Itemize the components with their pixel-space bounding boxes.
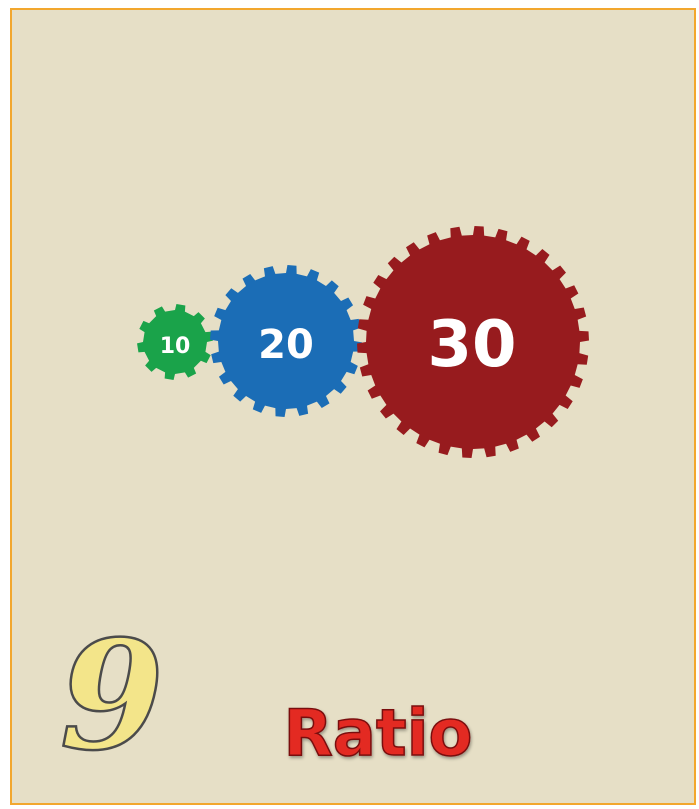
gear-small-label: 10	[160, 334, 191, 359]
gear-large: 30	[357, 226, 589, 458]
card-title: Ratio	[284, 697, 473, 771]
gear-small: 10	[137, 304, 213, 380]
gear-medium-label: 20	[258, 322, 314, 368]
card-artwork: 10 20 30 9 Ratio	[59, 226, 589, 785]
gear-large-label: 30	[427, 308, 516, 382]
card-number: 9	[60, 608, 164, 784]
gear-medium: 20	[210, 265, 362, 417]
